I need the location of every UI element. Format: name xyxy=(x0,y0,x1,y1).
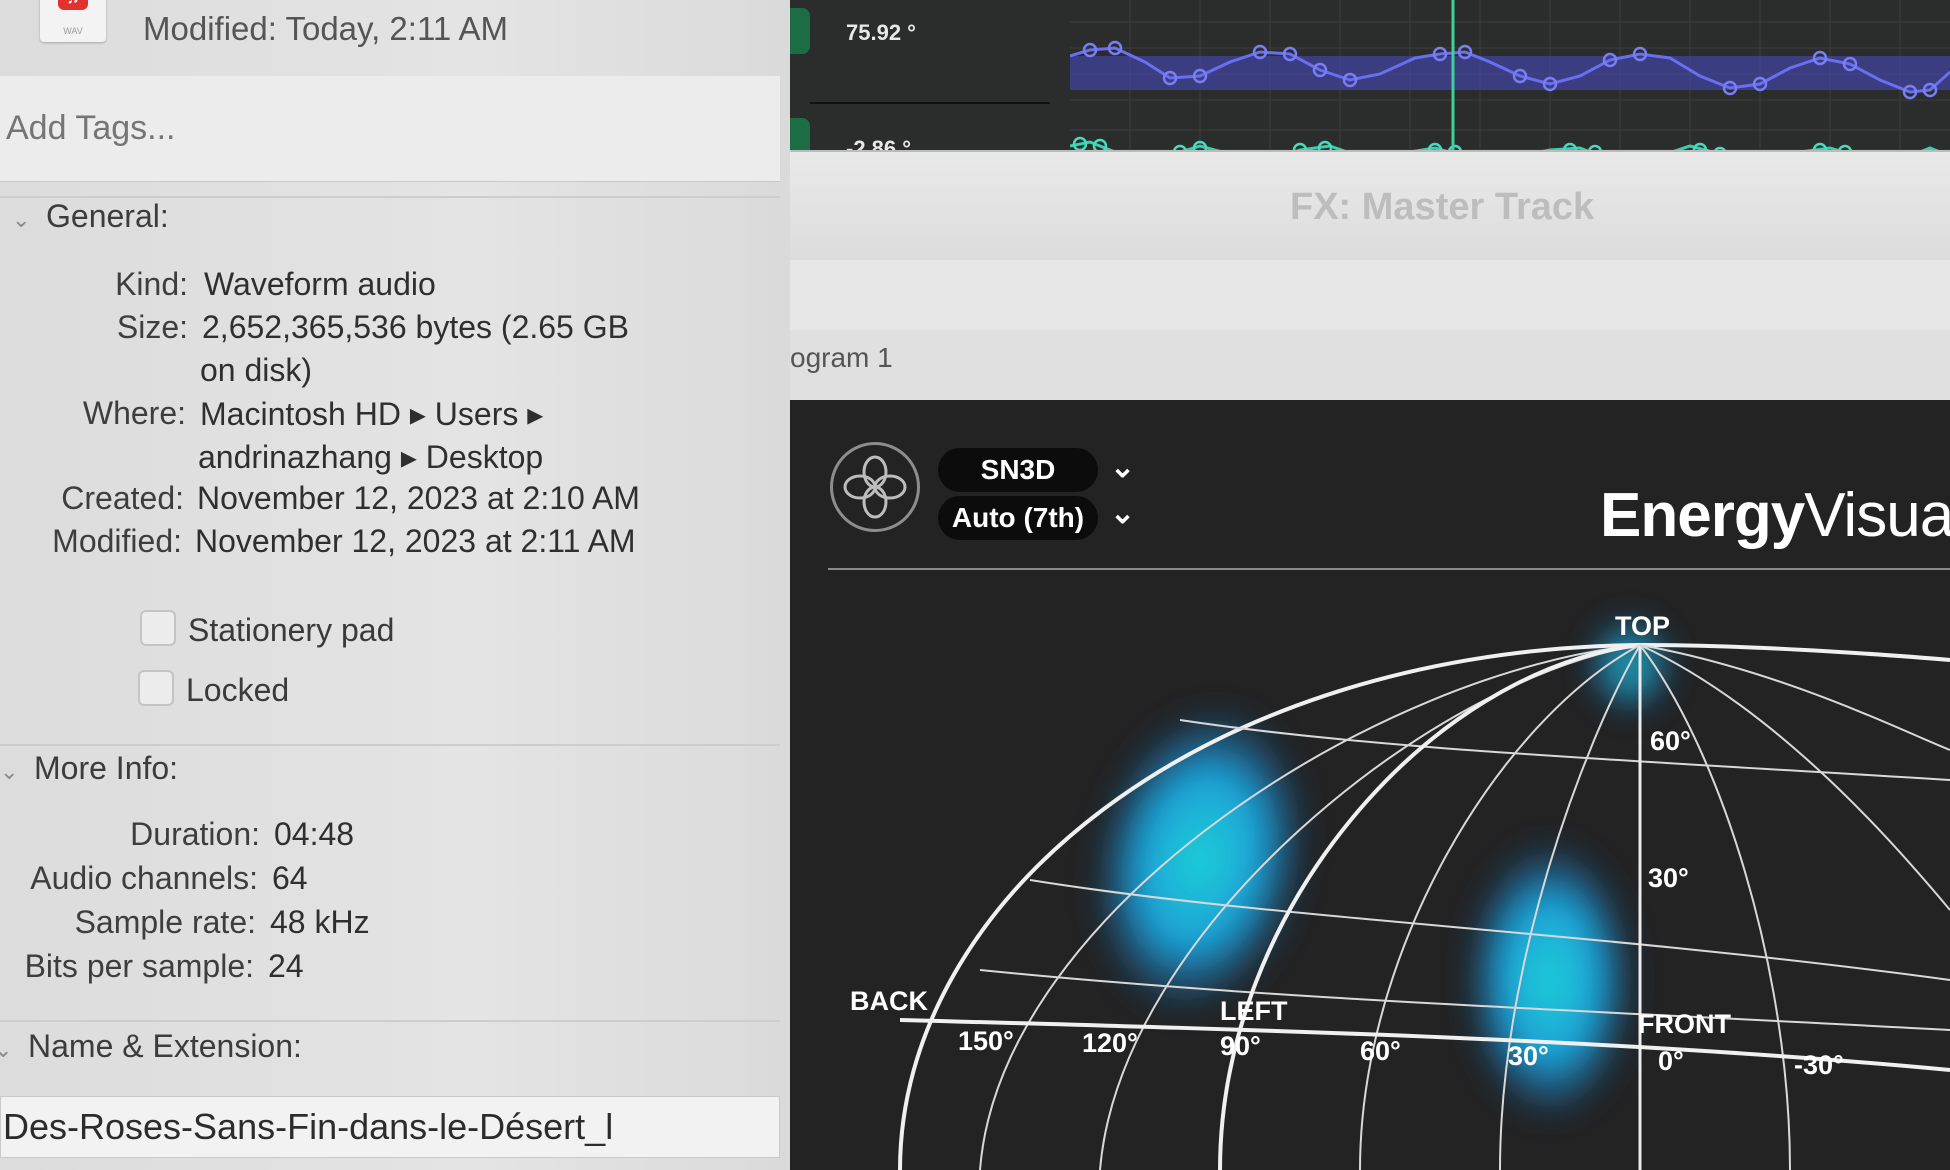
chevron-down-icon: ⌄ xyxy=(12,207,31,232)
fx-tab-bar: ogram 1 xyxy=(790,330,1950,402)
left-label: LEFT xyxy=(1220,996,1288,1026)
longitude-label: 90° xyxy=(1220,1031,1261,1061)
latitude-label: 60° xyxy=(1650,726,1691,756)
wav-file-icon: ♫ WAV xyxy=(40,0,106,42)
general-section-header[interactable]: ⌄ General: xyxy=(12,198,169,235)
tags-input[interactable] xyxy=(0,76,780,182)
chevron-down-icon[interactable]: ⌄ xyxy=(1110,450,1135,485)
divider xyxy=(0,1020,780,1022)
longitude-label: 60° xyxy=(1360,1036,1401,1066)
energy-blob xyxy=(1465,840,1635,1120)
automation-graph[interactable] xyxy=(1070,0,1950,160)
longitude-label: 30° xyxy=(1508,1041,1549,1071)
fx-window-title: FX: Master Track xyxy=(1290,186,1595,228)
modified-summary: Modified: Today, 2:11 AM xyxy=(143,10,509,47)
back-label: BACK xyxy=(850,986,928,1016)
longitude-label: 120° xyxy=(1082,1028,1138,1058)
fx-window-titlebar[interactable]: FX: Master Track xyxy=(790,150,1950,262)
automation-track-area: 75.92 ° -2.86 ° xyxy=(790,0,1950,164)
longitude-label: 0° xyxy=(1658,1046,1684,1076)
name-extension-section-header[interactable]: ⌄ Name & Extension: xyxy=(0,1028,302,1065)
longitude-label: 150° xyxy=(958,1026,1014,1056)
finder-info-panel: ♫ WAV Modified: Today, 2:11 AM ⌄General:… xyxy=(0,0,790,1170)
track-handle[interactable] xyxy=(790,8,810,54)
front-label: FRONT xyxy=(1638,1009,1731,1039)
plugin-logo-icon xyxy=(830,442,920,532)
chevron-down-icon: ⌄ xyxy=(0,1037,13,1062)
fx-program-tab[interactable]: ogram 1 xyxy=(790,342,893,374)
stationery-pad-checkbox[interactable] xyxy=(140,610,176,646)
chevron-down-icon: ⌄ xyxy=(0,759,19,784)
energy-visualizer-plugin: SN3D ⌄ Auto (7th) ⌄ EnergyVisuali xyxy=(780,400,1950,1170)
locked-checkbox[interactable] xyxy=(138,670,174,706)
track-value: 75.92 ° xyxy=(846,20,916,45)
latitude-label: 30° xyxy=(1648,863,1689,893)
order-dropdown[interactable]: Auto (7th) xyxy=(938,496,1098,540)
music-note-icon: ♫ xyxy=(58,0,88,10)
energy-sphere-map[interactable]: TOP 60° 30° BACK LEFT FRONT 150° 120° 90… xyxy=(780,550,1950,1170)
divider xyxy=(810,102,1050,104)
more-info-section-header[interactable]: ⌄ More Info: xyxy=(0,750,178,787)
longitude-label: -30° xyxy=(1794,1050,1844,1080)
plugin-brand-title: EnergyVisuali xyxy=(1600,481,1950,550)
locked-label: Locked xyxy=(186,672,290,708)
fx-toolbar xyxy=(790,260,1950,331)
stationery-pad-label: Stationery pad xyxy=(188,612,395,648)
chevron-down-icon[interactable]: ⌄ xyxy=(1110,496,1135,531)
top-label: TOP xyxy=(1615,611,1670,641)
divider xyxy=(0,744,780,746)
filename-field[interactable]: Des-Roses-Sans-Fin-dans-le-Désert_l xyxy=(0,1096,780,1158)
normalization-dropdown[interactable]: SN3D xyxy=(938,448,1098,492)
